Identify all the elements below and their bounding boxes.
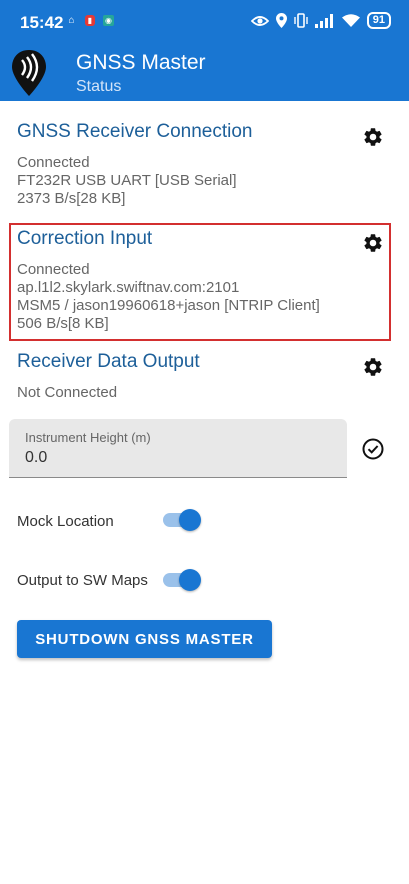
correction-input-host: ap.l1l2.skylark.swiftnav.com:2101 bbox=[17, 279, 240, 296]
data-output-status: Not Connected bbox=[17, 384, 118, 401]
data-output-title: Receiver Data Output bbox=[17, 351, 200, 372]
system-icons: 91 bbox=[250, 12, 391, 29]
sw-maps-switch[interactable] bbox=[163, 569, 201, 591]
correction-settings-gear-icon[interactable] bbox=[362, 232, 384, 254]
wifi-icon bbox=[341, 13, 360, 27]
status-bar: 15:42 ⌂ ▮ ◉ 91 bbox=[0, 0, 409, 45]
sw-maps-switch-thumb bbox=[179, 569, 201, 591]
home-notification-icon: ⌂ bbox=[68, 15, 75, 26]
instrument-height-field[interactable]: Instrument Height (m) 0.0 bbox=[9, 419, 347, 478]
location-icon bbox=[275, 13, 287, 28]
receiver-connection-rate: 2373 B/s[28 KB] bbox=[17, 190, 126, 207]
receiver-connection-title: GNSS Receiver Connection bbox=[17, 121, 253, 142]
eye-icon bbox=[250, 15, 269, 26]
app-notification-icon: ▮ bbox=[85, 15, 95, 26]
mock-location-label: Mock Location bbox=[17, 513, 114, 530]
correction-input-status: Connected bbox=[17, 261, 90, 278]
battery-indicator: 91 bbox=[366, 12, 391, 29]
data-output-settings-gear-icon[interactable] bbox=[362, 356, 384, 378]
app-bar: GNSS Master Status bbox=[0, 45, 409, 101]
mock-location-switch[interactable] bbox=[163, 509, 201, 531]
mock-location-switch-thumb bbox=[179, 509, 201, 531]
app-subtitle: Status bbox=[76, 78, 122, 95]
notification-icons: ⌂ ▮ ◉ bbox=[66, 15, 114, 26]
receiver-connection-status: Connected bbox=[17, 154, 90, 171]
instrument-height-label: Instrument Height (m) bbox=[25, 430, 151, 445]
instrument-height-value[interactable]: 0.0 bbox=[25, 449, 47, 467]
shutdown-button[interactable]: SHUTDOWN GNSS MASTER bbox=[17, 620, 272, 658]
receiver-connection-device: FT232R USB UART [USB Serial] bbox=[17, 172, 237, 189]
signal-icon bbox=[314, 13, 333, 28]
camera-notification-icon: ◉ bbox=[103, 15, 114, 26]
status-time: 15:42 bbox=[20, 13, 64, 32]
sw-maps-label: Output to SW Maps bbox=[17, 572, 148, 589]
app-logo-icon bbox=[12, 50, 46, 96]
correction-input-title: Correction Input bbox=[17, 228, 153, 249]
correction-input-mount: MSM5 / jason19960618+jason [NTRIP Client… bbox=[17, 297, 320, 314]
app-title: GNSS Master bbox=[76, 51, 206, 74]
receiver-settings-gear-icon[interactable] bbox=[362, 126, 384, 148]
confirm-check-icon[interactable] bbox=[361, 437, 385, 461]
vibrate-icon bbox=[294, 13, 308, 28]
correction-input-rate: 506 B/s[8 KB] bbox=[17, 315, 109, 332]
